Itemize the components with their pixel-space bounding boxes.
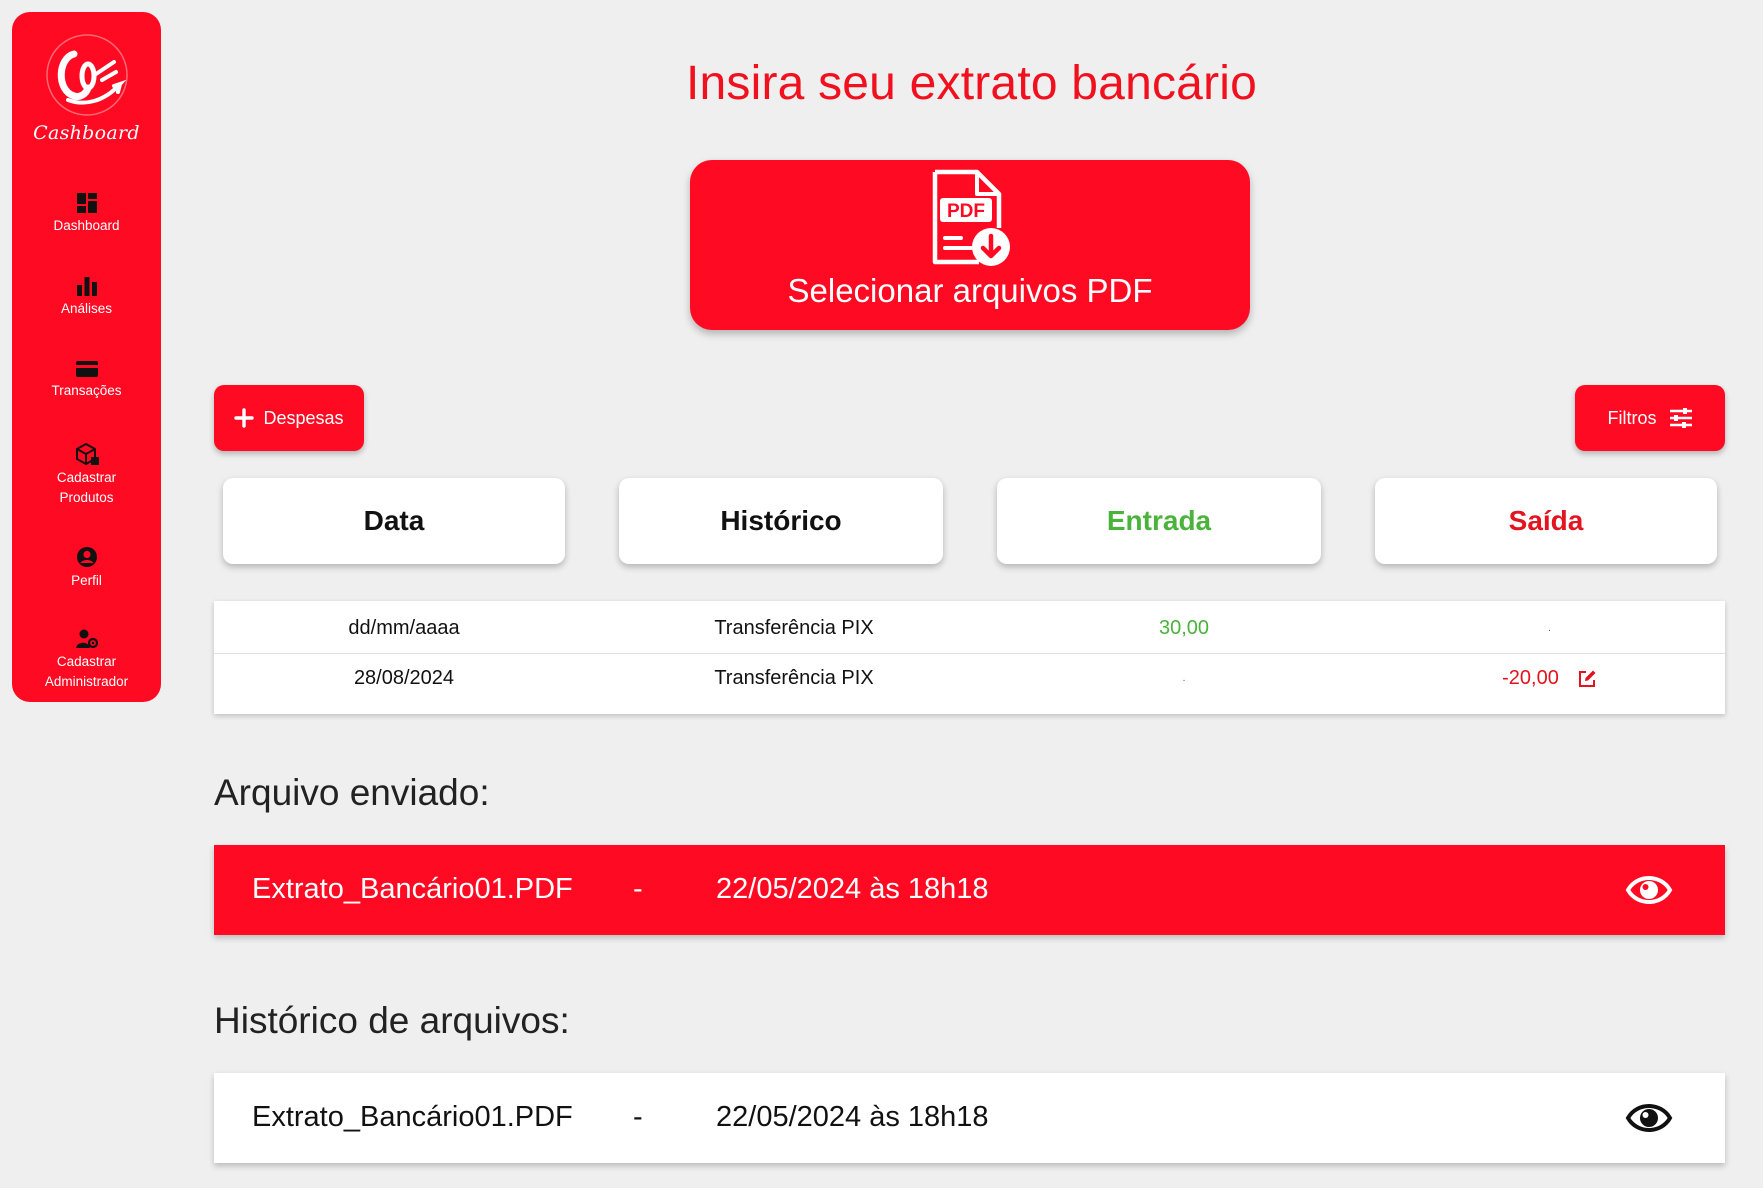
sidebar-item-transacoes[interactable]: Transações [12, 359, 161, 401]
user-circle-icon [76, 547, 97, 567]
sidebar: Cashboard Dashboard Análises Transações … [12, 12, 161, 702]
logo-text: Cashboard [33, 122, 140, 144]
column-header-entrada[interactable]: Entrada [997, 478, 1321, 564]
separator: - [633, 1101, 643, 1133]
filtros-button[interactable]: Filtros [1575, 385, 1725, 451]
sidebar-item-label: Administrador [44, 674, 129, 689]
sidebar-item-label: Cadastrar [56, 470, 117, 485]
cell-saida: -20,00 [1374, 654, 1725, 703]
column-header-saida[interactable]: Saída [1375, 478, 1717, 564]
box-icon [75, 443, 99, 465]
sidebar-item-analises[interactable]: Análises [12, 275, 161, 319]
cell-data: 28/08/2024 [353, 667, 455, 689]
page-title: Insira seu extrato bancário [685, 57, 1258, 110]
transactions-table: dd/mm/aaaa Transferência PIX 30,00 . 28/… [214, 601, 1725, 714]
sidebar-item-label: Perfil [71, 573, 102, 588]
logo[interactable]: Cashboard [12, 32, 161, 144]
edit-icon[interactable] [1577, 669, 1597, 689]
credit-card-icon [75, 361, 98, 377]
file-datetime: 22/05/2024 às 18h18 [716, 1101, 989, 1133]
eye-icon[interactable] [1625, 1098, 1673, 1146]
table-row: dd/mm/aaaa Transferência PIX 30,00 . [214, 603, 1725, 653]
cashboard-logo-icon [45, 34, 128, 116]
admin-user-icon [75, 629, 98, 649]
cell-entrada-value: . [1182, 673, 1186, 684]
history-file-row: Extrato_Bancário01.PDF - 22/05/2024 às 1… [214, 1073, 1725, 1163]
pdf-icon-text: PDF [947, 201, 985, 222]
select-pdf-button[interactable]: PDF Selecionar arquivos PDF [690, 160, 1250, 330]
table-row: 28/08/2024 Transferência PIX . -20,00 [214, 653, 1725, 703]
add-despesas-button[interactable]: Despesas [214, 385, 364, 451]
despesas-label: Despesas [263, 407, 344, 428]
cell-historico: Transferência PIX [714, 667, 874, 689]
cell-saida-value: . [1548, 622, 1551, 634]
cell-entrada: . [994, 654, 1374, 703]
section-title-arquivo-enviado: Arquivo enviado: [214, 772, 490, 813]
eye-icon[interactable] [1625, 870, 1673, 918]
sliders-icon [1669, 407, 1693, 429]
plus-icon [234, 408, 255, 428]
filtros-label: Filtros [1607, 407, 1657, 428]
sidebar-item-cadastrar-produtos[interactable]: Cadastrar Produtos [12, 442, 161, 508]
sidebar-item-label: Transações [51, 383, 122, 398]
select-pdf-label: Selecionar arquivos PDF [787, 272, 1153, 309]
cell-historico: Transferência PIX [714, 616, 874, 639]
column-header-data[interactable]: Data [223, 478, 565, 564]
cell-saida: . [1374, 603, 1725, 653]
uploaded-file-row: Extrato_Bancário01.PDF - 22/05/2024 às 1… [214, 845, 1725, 935]
dashboard-icon [76, 193, 97, 213]
file-name: Extrato_Bancário01.PDF [252, 1101, 573, 1133]
sidebar-item-label: Dashboard [53, 218, 120, 233]
cell-entrada: 30,00 [1158, 616, 1210, 639]
sidebar-item-label: Cadastrar [56, 654, 117, 669]
bar-chart-icon [76, 277, 97, 296]
file-name: Extrato_Bancário01.PDF [252, 873, 573, 905]
cell-saida-value: -20,00 [1502, 667, 1559, 689]
sidebar-item-dashboard[interactable]: Dashboard [12, 192, 161, 236]
sidebar-item-label: Produtos [59, 490, 114, 505]
section-title-historico-arquivos: Histórico de arquivos: [214, 1000, 570, 1041]
file-datetime: 22/05/2024 às 18h18 [716, 873, 989, 905]
column-header-historico[interactable]: Histórico [619, 478, 943, 564]
cell-data: dd/mm/aaaa [348, 616, 460, 639]
sidebar-item-perfil[interactable]: Perfil [12, 545, 161, 591]
sidebar-item-cadastrar-administrador[interactable]: Cadastrar Administrador [12, 628, 161, 692]
pdf-download-icon: PDF [932, 169, 1010, 266]
separator: - [633, 873, 643, 905]
sidebar-item-label: Análises [60, 301, 113, 316]
